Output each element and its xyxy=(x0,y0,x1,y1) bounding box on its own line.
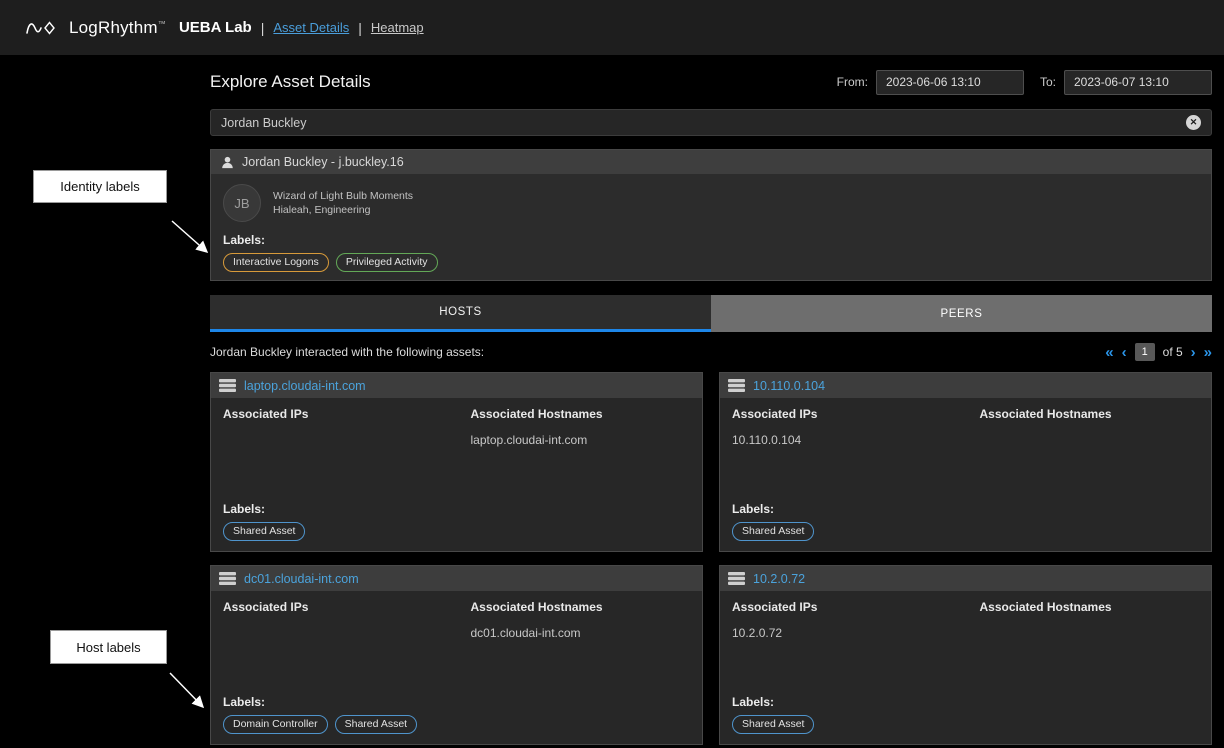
asset-card-body: Associated IPs Associated Hostnames dc01… xyxy=(211,591,702,744)
results-summary: Jordan Buckley interacted with the follo… xyxy=(210,345,1105,359)
current-page[interactable]: 1 xyxy=(1135,343,1155,361)
host-labels-heading: Labels: xyxy=(223,502,690,516)
asset-card-body: Associated IPs Associated Hostnames lapt… xyxy=(211,398,702,551)
asset-card: dc01.cloudai-int.com Associated IPs Asso… xyxy=(210,565,703,745)
search-input-value: Jordan Buckley xyxy=(221,116,1186,130)
avatar: JB xyxy=(223,184,261,222)
identity-label-pill: Privileged Activity xyxy=(336,253,438,272)
asset-card-body: Associated IPs 10.110.0.104 Associated H… xyxy=(720,398,1211,551)
brand-name: LogRhythm™ xyxy=(69,18,166,38)
asset-link[interactable]: 10.110.0.104 xyxy=(753,379,825,393)
hostnames-heading: Associated Hostnames xyxy=(980,407,1200,421)
trademark-mark: ™ xyxy=(158,19,166,28)
identity-annotation-arrow xyxy=(172,221,207,252)
last-page-button[interactable]: » xyxy=(1204,345,1212,360)
host-label-pill: Shared Asset xyxy=(335,715,417,734)
host-labels-heading: Labels: xyxy=(223,695,690,709)
identity-org: Hialeah, Engineering xyxy=(273,203,413,217)
asset-card-header: 10.2.0.72 xyxy=(720,566,1211,591)
server-icon xyxy=(219,572,236,585)
nav-link-heatmap[interactable]: Heatmap xyxy=(371,20,424,35)
page-title: Explore Asset Details xyxy=(210,72,837,92)
pagination: « ‹ 1 of 5 › » xyxy=(1105,343,1212,361)
host-annotation-arrow xyxy=(170,673,203,707)
next-page-button[interactable]: › xyxy=(1191,345,1196,360)
associated-hostname: laptop.cloudai-int.com xyxy=(471,433,691,447)
associated-hostname xyxy=(980,626,1200,640)
host-labels: Shared Asset xyxy=(732,522,1199,541)
associated-ip xyxy=(223,433,471,447)
asset-card-body: Associated IPs 10.2.0.72 Associated Host… xyxy=(720,591,1211,744)
host-label-pill: Domain Controller xyxy=(223,715,328,734)
nav-separator: | xyxy=(358,20,362,36)
prev-page-button[interactable]: ‹ xyxy=(1122,345,1127,360)
identity-panel-body: JB Wizard of Light Bulb Moments Hialeah,… xyxy=(211,174,1211,280)
server-icon xyxy=(728,572,745,585)
host-labels: Shared Asset xyxy=(223,522,690,541)
nav-link-asset-details[interactable]: Asset Details xyxy=(273,20,349,35)
identity-panel: Jordan Buckley - j.buckley.16 JB Wizard … xyxy=(210,149,1212,281)
server-icon xyxy=(219,379,236,392)
host-label-pill: Shared Asset xyxy=(732,715,814,734)
hostnames-heading: Associated Hostnames xyxy=(471,407,691,421)
host-labels: Domain Controller Shared Asset xyxy=(223,715,690,734)
title-row: Explore Asset Details From: To: xyxy=(210,67,1212,97)
nav-separator: | xyxy=(261,20,265,36)
associated-ip: 10.2.0.72 xyxy=(732,626,980,640)
asset-card-header: laptop.cloudai-int.com xyxy=(211,373,702,398)
asset-cards-grid: laptop.cloudai-int.com Associated IPs As… xyxy=(210,372,1212,745)
ips-heading: Associated IPs xyxy=(732,600,980,614)
asset-card-header: 10.110.0.104 xyxy=(720,373,1211,398)
associated-hostname xyxy=(980,433,1200,447)
tab-hosts[interactable]: HOSTS xyxy=(210,295,711,332)
identity-header-title: Jordan Buckley - j.buckley.16 xyxy=(242,155,404,169)
hostnames-heading: Associated Hostnames xyxy=(980,600,1200,614)
annotation-identity-labels: Identity labels xyxy=(33,170,167,203)
identity-labels-heading: Labels: xyxy=(223,233,1199,247)
ips-heading: Associated IPs xyxy=(223,407,471,421)
ips-heading: Associated IPs xyxy=(223,600,471,614)
host-labels-heading: Labels: xyxy=(732,695,1199,709)
host-labels: Shared Asset xyxy=(732,715,1199,734)
summary-row: Jordan Buckley interacted with the follo… xyxy=(210,342,1212,362)
main-content: Explore Asset Details From: To: Jordan B… xyxy=(210,55,1212,745)
to-datetime-input[interactable] xyxy=(1064,70,1212,95)
page-count: of 5 xyxy=(1163,345,1183,359)
asset-link[interactable]: 10.2.0.72 xyxy=(753,572,805,586)
identity-panel-header: Jordan Buckley - j.buckley.16 xyxy=(211,150,1211,174)
clear-search-icon[interactable]: ✕ xyxy=(1186,115,1201,130)
identity-labels: Interactive Logons Privileged Activity xyxy=(223,253,1199,272)
tab-peers[interactable]: PEERS xyxy=(711,295,1212,332)
associated-ip xyxy=(223,626,471,640)
identity-role: Wizard of Light Bulb Moments xyxy=(273,189,413,203)
app-title: UEBA Lab xyxy=(179,19,252,36)
asset-card: laptop.cloudai-int.com Associated IPs As… xyxy=(210,372,703,552)
identity-label-pill: Interactive Logons xyxy=(223,253,329,272)
host-label-pill: Shared Asset xyxy=(223,522,305,541)
host-labels-heading: Labels: xyxy=(732,502,1199,516)
hostnames-heading: Associated Hostnames xyxy=(471,600,691,614)
asset-card: 10.2.0.72 Associated IPs 10.2.0.72 Assoc… xyxy=(719,565,1212,745)
asset-link[interactable]: dc01.cloudai-int.com xyxy=(244,572,359,586)
server-icon xyxy=(728,379,745,392)
annotation-host-labels: Host labels xyxy=(50,630,167,664)
from-datetime-input[interactable] xyxy=(876,70,1024,95)
host-label-pill: Shared Asset xyxy=(732,522,814,541)
asset-link[interactable]: laptop.cloudai-int.com xyxy=(244,379,366,393)
ips-heading: Associated IPs xyxy=(732,407,980,421)
top-navbar: LogRhythm™ UEBA Lab | Asset Details | He… xyxy=(0,0,1224,55)
person-icon xyxy=(220,155,235,170)
associated-hostname: dc01.cloudai-int.com xyxy=(471,626,691,640)
logrhythm-logo xyxy=(26,17,60,39)
from-label: From: xyxy=(837,75,868,89)
first-page-button[interactable]: « xyxy=(1105,345,1113,360)
tabs-bar: HOSTS PEERS xyxy=(210,295,1212,332)
asset-card-header: dc01.cloudai-int.com xyxy=(211,566,702,591)
associated-ip: 10.110.0.104 xyxy=(732,433,980,447)
asset-card: 10.110.0.104 Associated IPs 10.110.0.104… xyxy=(719,372,1212,552)
search-bar[interactable]: Jordan Buckley ✕ xyxy=(210,109,1212,136)
to-label: To: xyxy=(1040,75,1056,89)
